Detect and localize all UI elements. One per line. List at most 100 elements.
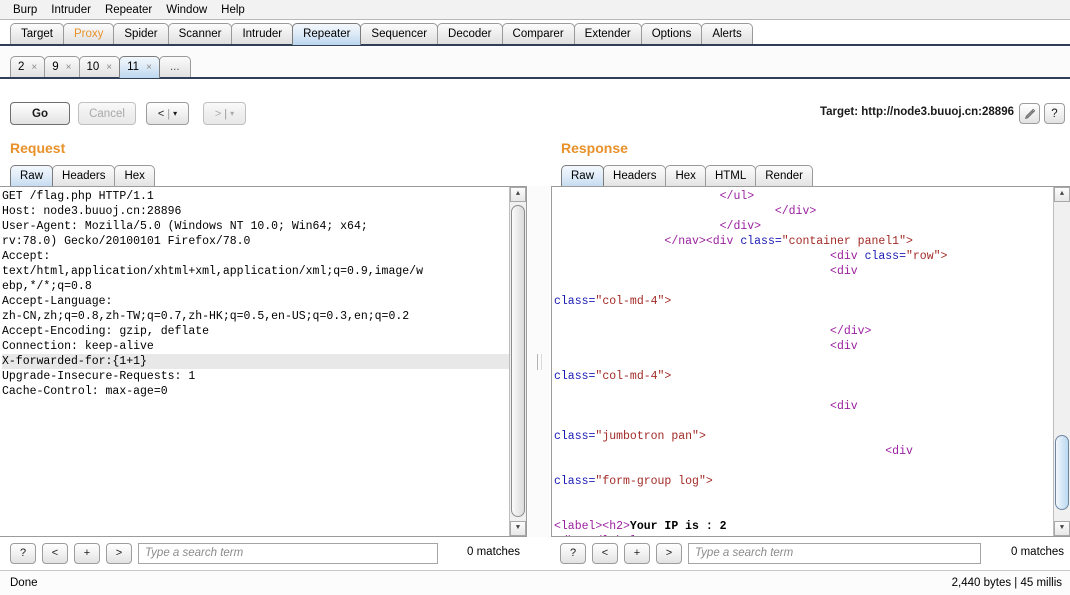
request-line: text/html,application/xhtml+xml,applicat… bbox=[2, 265, 423, 278]
tab-options[interactable]: Options bbox=[640, 23, 703, 45]
response-token: class= bbox=[554, 370, 596, 383]
scroll-down-icon[interactable]: ▼ bbox=[1054, 521, 1070, 536]
response-token: class= bbox=[554, 295, 596, 308]
response-token: <label><h2> bbox=[554, 520, 630, 533]
repeater-tab-label: 2 bbox=[18, 61, 25, 73]
close-icon[interactable]: × bbox=[66, 57, 72, 78]
menu-item-intruder[interactable]: Intruder bbox=[44, 2, 98, 18]
response-vertical-scrollbar[interactable]: ▲ ▼ bbox=[1053, 187, 1070, 536]
tab-scanner[interactable]: Scanner bbox=[167, 23, 233, 45]
request-tab-headers[interactable]: Headers bbox=[52, 165, 116, 186]
cancel-button[interactable]: Cancel bbox=[78, 102, 136, 125]
close-icon[interactable]: × bbox=[106, 57, 112, 78]
request-line: ebp,*/*;q=0.8 bbox=[2, 280, 92, 293]
repeater-tab-11[interactable]: 11 × bbox=[119, 56, 160, 78]
response-line: </h2></label> bbox=[554, 534, 1053, 536]
response-text-content[interactable]: </ul> </div> </div> </nav><div class="co… bbox=[554, 189, 1053, 536]
request-search-next-button[interactable]: > bbox=[106, 542, 132, 564]
response-tab-hex[interactable]: Hex bbox=[665, 165, 706, 186]
request-line: zh-CN,zh;q=0.8,zh-TW;q=0.7,zh-HK;q=0.5,e… bbox=[2, 310, 410, 323]
tab-alerts[interactable]: Alerts bbox=[701, 23, 753, 45]
help-button[interactable]: ? bbox=[1044, 103, 1065, 124]
response-token bbox=[554, 190, 720, 203]
splitter-grip[interactable] bbox=[537, 354, 542, 370]
forward-separator: | bbox=[224, 107, 228, 120]
menu-item-repeater[interactable]: Repeater bbox=[98, 2, 159, 18]
edit-target-button[interactable] bbox=[1019, 103, 1040, 124]
tab-sequencer[interactable]: Sequencer bbox=[360, 23, 439, 45]
response-search-input[interactable]: Type a search term bbox=[688, 542, 981, 564]
tab-decoder[interactable]: Decoder bbox=[437, 23, 503, 45]
request-tab-raw[interactable]: Raw bbox=[10, 165, 54, 186]
response-line bbox=[554, 489, 1053, 504]
tab-intruder[interactable]: Intruder bbox=[231, 23, 294, 45]
response-editor[interactable]: </ul> </div> </div> </nav><div class="co… bbox=[551, 186, 1070, 537]
response-tab-headers[interactable]: Headers bbox=[603, 165, 667, 186]
repeater-tab-9[interactable]: 9 × bbox=[44, 56, 80, 78]
forward-button[interactable]: > | ▾ bbox=[203, 102, 246, 125]
response-search-prev-button[interactable]: < bbox=[592, 542, 618, 564]
repeater-tab-2[interactable]: 2 × bbox=[10, 56, 46, 78]
response-tab-raw[interactable]: Raw bbox=[561, 165, 605, 186]
request-search-prev-button[interactable]: < bbox=[42, 542, 68, 564]
request-line: rv:78.0) Gecko/20100101 Firefox/78.0 bbox=[2, 235, 251, 248]
response-tab-render[interactable]: Render bbox=[755, 165, 813, 186]
menu-item-help[interactable]: Help bbox=[214, 2, 252, 18]
response-token: </div> bbox=[830, 325, 872, 338]
menu-item-burp[interactable]: Burp bbox=[6, 2, 44, 18]
response-token: <div bbox=[830, 250, 865, 263]
response-token: "container panel1"> bbox=[781, 235, 913, 248]
response-token: </ul> bbox=[719, 190, 755, 203]
response-token bbox=[554, 220, 720, 233]
pencil-icon bbox=[1024, 108, 1036, 119]
tab-comparer[interactable]: Comparer bbox=[501, 23, 575, 45]
repeater-tab-bar-divider bbox=[0, 77, 1070, 79]
tab-repeater[interactable]: Repeater bbox=[292, 23, 362, 45]
request-view-tabs: Raw Headers Hex bbox=[10, 165, 155, 186]
response-line bbox=[554, 279, 1053, 294]
response-search-add-button[interactable]: + bbox=[624, 542, 650, 564]
scroll-down-icon[interactable]: ▼ bbox=[510, 521, 526, 536]
status-bar: Done 2,440 bytes | 45 millis bbox=[0, 570, 1070, 595]
response-panel-title: Response bbox=[561, 140, 628, 156]
request-search-add-button[interactable]: + bbox=[74, 542, 100, 564]
response-line bbox=[554, 309, 1053, 324]
repeater-tab-10[interactable]: 10 × bbox=[78, 56, 121, 78]
request-vertical-scrollbar[interactable]: ▲ ▼ bbox=[509, 187, 526, 536]
request-scrollbar-thumb[interactable] bbox=[511, 205, 525, 517]
request-search-input[interactable]: Type a search term bbox=[138, 542, 438, 564]
burp-suite-window: Burp Intruder Repeater Window Help Target Pro… bbox=[0, 0, 1070, 595]
tab-target[interactable]: Target bbox=[10, 23, 64, 45]
request-text-content[interactable]: GET /flag.php HTTP/1.1 Host: node3.buuoj.… bbox=[2, 189, 509, 536]
tab-proxy[interactable]: Proxy bbox=[62, 23, 115, 45]
response-search-next-button[interactable]: > bbox=[656, 542, 682, 564]
tab-spider[interactable]: Spider bbox=[113, 23, 169, 45]
response-token: class= bbox=[864, 250, 906, 263]
request-line: Accept: bbox=[2, 250, 51, 263]
main-tab-bar: Target Proxy Spider Scanner Intruder Repeater… bbox=[0, 21, 1070, 45]
scroll-up-icon[interactable]: ▲ bbox=[1054, 187, 1070, 202]
scroll-up-icon[interactable]: ▲ bbox=[510, 187, 526, 202]
close-icon[interactable]: × bbox=[31, 57, 37, 78]
repeater-tab-label: 9 bbox=[52, 61, 59, 73]
response-line: </ul> bbox=[554, 189, 1053, 204]
response-scrollbar-thumb[interactable] bbox=[1055, 435, 1069, 510]
response-line: <label><h2>Your IP is : 2 bbox=[554, 519, 1053, 534]
request-search-help-button[interactable]: ? bbox=[10, 542, 36, 564]
response-token bbox=[554, 400, 830, 413]
panel-splitter[interactable] bbox=[528, 186, 550, 537]
tab-extender[interactable]: Extender bbox=[573, 23, 642, 45]
main-tab-bar-divider bbox=[0, 44, 1070, 46]
request-line: Upgrade-Insecure-Requests: 1 bbox=[2, 370, 196, 383]
response-tab-html[interactable]: HTML bbox=[704, 165, 757, 186]
close-icon[interactable]: × bbox=[146, 57, 152, 78]
repeater-tab-label: 11 bbox=[127, 61, 140, 73]
response-stats: 2,440 bytes | 45 millis bbox=[951, 577, 1062, 589]
menu-item-window[interactable]: Window bbox=[159, 2, 214, 18]
repeater-tab-overflow[interactable]: ... bbox=[158, 56, 191, 78]
request-editor[interactable]: GET /flag.php HTTP/1.1 Host: node3.buuoj.… bbox=[0, 186, 527, 537]
go-button[interactable]: Go bbox=[10, 102, 70, 125]
back-button[interactable]: < | ▾ bbox=[146, 102, 189, 125]
response-search-help-button[interactable]: ? bbox=[560, 542, 586, 564]
request-tab-hex[interactable]: Hex bbox=[114, 165, 155, 186]
